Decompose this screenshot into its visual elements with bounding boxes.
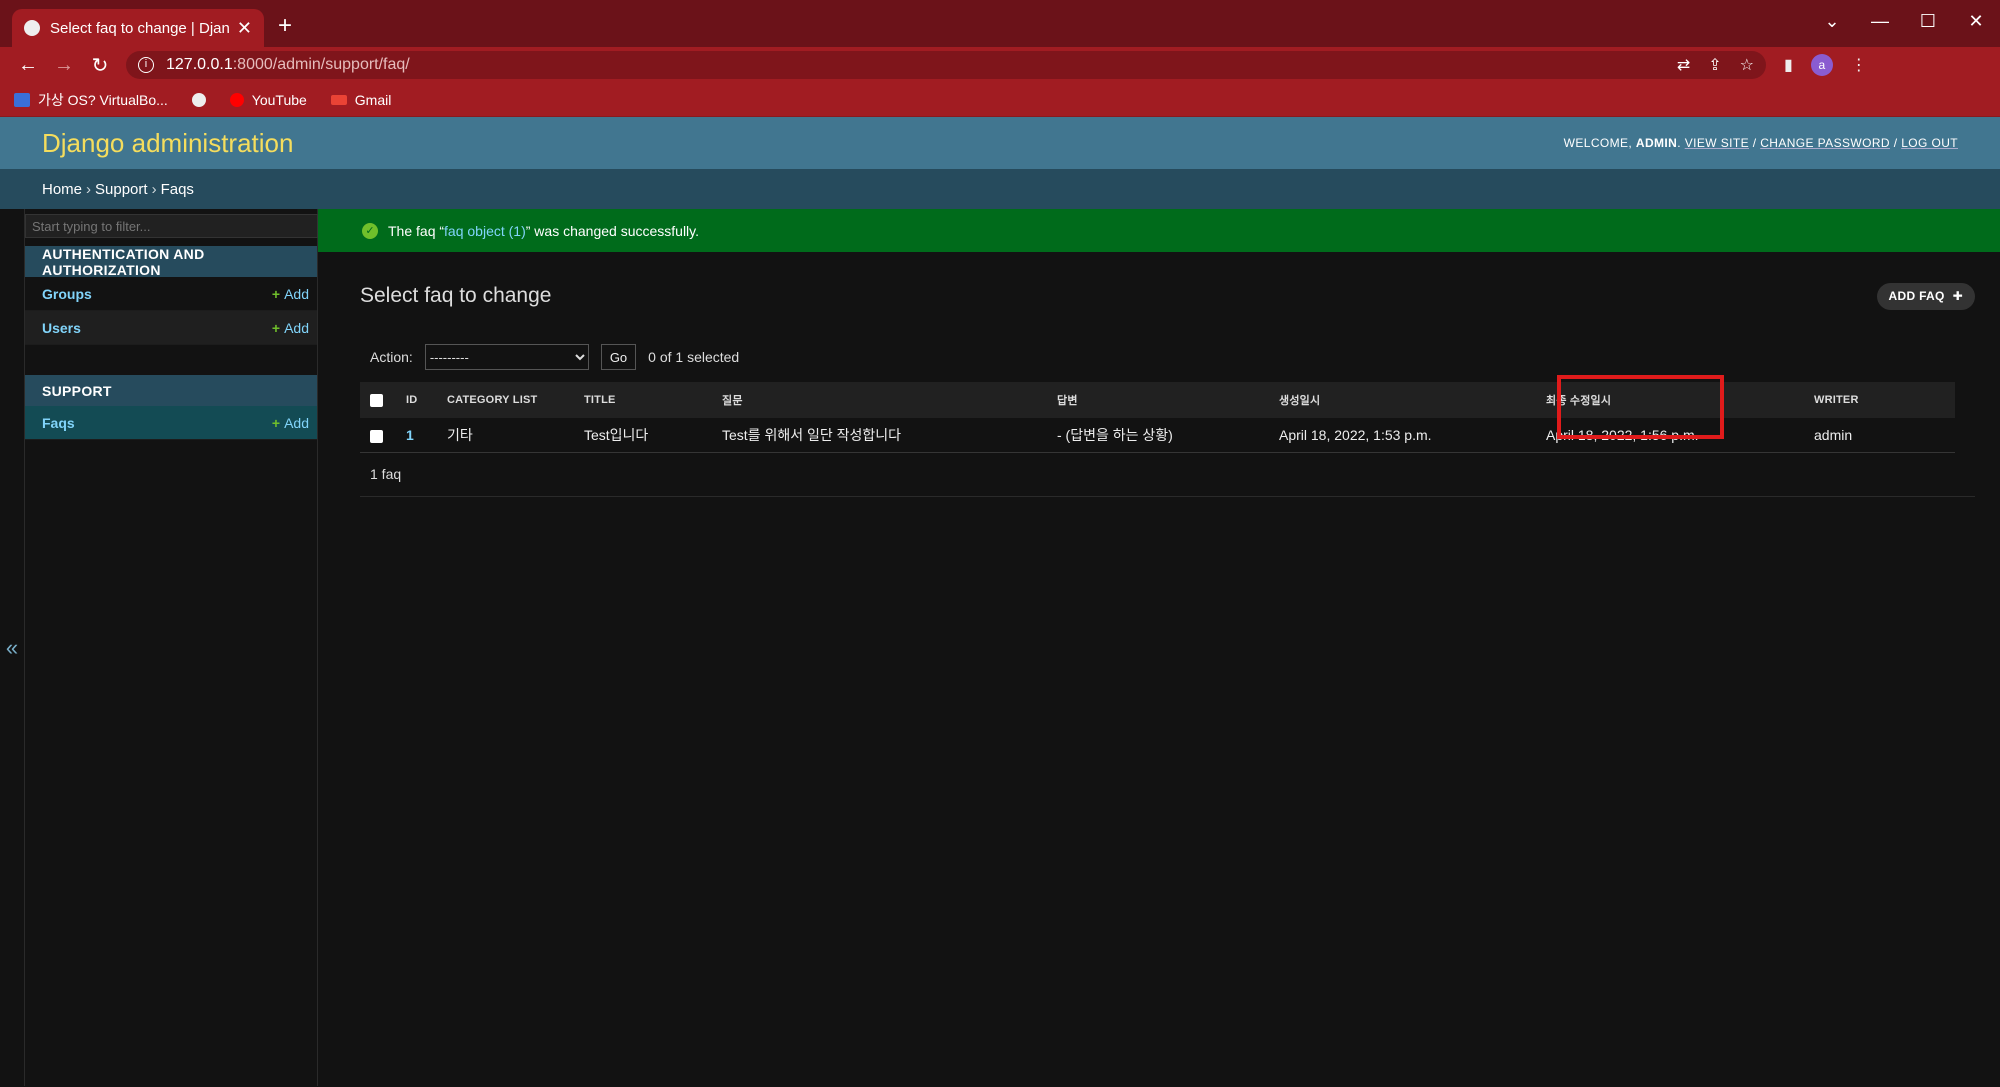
select-all-checkbox[interactable]	[370, 393, 383, 407]
plus-icon: +	[271, 414, 281, 431]
youtube-icon	[229, 92, 244, 107]
cell-created: April 18, 2022, 1:53 p.m.	[1269, 418, 1536, 453]
username: ADMIN	[1635, 136, 1678, 150]
col-title[interactable]: TITLE	[574, 382, 712, 418]
paginator: 1 faq	[360, 453, 1975, 497]
nav-filter-input[interactable]	[25, 214, 318, 238]
site-brand[interactable]: Django administration	[42, 128, 293, 159]
plus-icon: ✚	[1952, 289, 1963, 303]
cell-category: 기타	[437, 418, 574, 453]
log-out-link[interactable]: LOG OUT	[1901, 136, 1958, 150]
add-faq-sidebar-button[interactable]: + Add	[272, 415, 309, 431]
success-message: ✓ The faq “faq object (1)” was changed s…	[318, 209, 2000, 252]
window-controls: ⌄ — ☐ ✕	[1808, 6, 2000, 36]
breadcrumb-support[interactable]: Support	[95, 181, 148, 198]
col-answer[interactable]: 답변	[1047, 382, 1269, 418]
change-password-link[interactable]: CHANGE PASSWORD	[1760, 136, 1890, 150]
module-title[interactable]: AUTHENTICATION AND AUTHORIZATION	[25, 246, 317, 278]
table-row: 1 기타 Test입니다 Test를 위해서 일단 작성합니다 - (답변을 하…	[360, 418, 1955, 453]
add-faq-button[interactable]: ADD FAQ ✚	[1876, 282, 1975, 310]
action-select[interactable]: ---------	[424, 344, 589, 370]
address-bar[interactable]: i 127.0.0.1:8000/admin/support/faq/ ⇄ ⇪ …	[126, 51, 1766, 79]
plus-icon: +	[271, 285, 281, 302]
profile-avatar[interactable]: a	[1810, 54, 1833, 76]
menu-icon[interactable]: ⋮	[1851, 55, 1867, 75]
nav-sidebar: « AUTHENTICATION AND AUTHORIZATION Group…	[0, 209, 318, 1086]
module-auth: AUTHENTICATION AND AUTHORIZATION Groups …	[25, 246, 317, 345]
module-title[interactable]: SUPPORT	[25, 375, 317, 406]
users-link[interactable]: Users	[42, 320, 81, 336]
cell-title: Test입니다	[574, 418, 712, 453]
col-question[interactable]: 질문	[712, 382, 1047, 418]
action-label: Action:	[370, 349, 413, 365]
cell-writer: admin	[1804, 418, 1955, 453]
view-site-link[interactable]: VIEW SITE	[1685, 136, 1749, 150]
collapse-sidebar-icon[interactable]: «	[0, 209, 25, 1086]
sidebar-item-faqs: Faqs + Add	[25, 406, 317, 440]
browser-toolbar: ← → ↻ i 127.0.0.1:8000/admin/support/faq…	[0, 47, 2000, 83]
welcome-text: WELCOME,	[1563, 136, 1636, 150]
actions-bar: Action: --------- Go 0 of 1 selected	[360, 340, 1975, 374]
add-user-button[interactable]: + Add	[272, 320, 309, 336]
bookmark-gmail[interactable]: Gmail	[330, 92, 391, 108]
globe-icon	[24, 20, 40, 36]
url-host: 127.0.0.1	[166, 56, 233, 73]
gmail-icon	[330, 94, 347, 105]
col-created[interactable]: 생성일시	[1269, 382, 1536, 418]
back-icon[interactable]: ←	[10, 54, 46, 77]
faq-object-link[interactable]: faq object (1)	[444, 223, 526, 239]
browser-tabstrip: Select faq to change | Django s ✕ + ⌄ — …	[0, 0, 2000, 47]
add-group-button[interactable]: + Add	[272, 286, 309, 302]
translate-icon[interactable]: ⇄	[1677, 55, 1690, 75]
breadcrumb-home[interactable]: Home	[42, 181, 82, 198]
bookmark-globe[interactable]	[191, 92, 206, 107]
tab-title: Select faq to change | Django s	[50, 19, 229, 37]
close-window-icon[interactable]: ✕	[1952, 6, 2000, 36]
breadcrumb-faqs: Faqs	[160, 180, 194, 198]
url-path: :8000/admin/support/faq/	[232, 56, 410, 73]
bookmark-youtube[interactable]: YouTube	[229, 92, 307, 108]
star-icon[interactable]: ☆	[1740, 55, 1754, 75]
close-tab-icon[interactable]: ✕	[237, 18, 252, 39]
share-icon[interactable]: ⇪	[1708, 55, 1721, 75]
result-list: ID CATEGORY LIST TITLE 질문 답변 생성일시 최종 수정일…	[360, 375, 1963, 453]
virtualbox-icon	[14, 92, 30, 107]
cell-modified: April 18, 2022, 1:56 p.m.	[1536, 418, 1804, 453]
content: ✓ The faq “faq object (1)” was changed s…	[318, 209, 2000, 1086]
row-id-link[interactable]: 1	[406, 427, 414, 443]
faqs-link[interactable]: Faqs	[42, 415, 75, 431]
page-title: Select faq to change	[360, 284, 552, 307]
reload-icon[interactable]: ↻	[82, 53, 118, 78]
check-icon: ✓	[362, 222, 378, 239]
bookmark-virtualbox[interactable]: 가상 OS? VirtualBo...	[14, 90, 168, 110]
go-button[interactable]: Go	[600, 344, 637, 370]
new-tab-icon[interactable]: +	[278, 12, 292, 40]
plus-icon: +	[271, 319, 281, 336]
globe-icon	[191, 92, 206, 107]
bookmarks-bar: 가상 OS? VirtualBo... YouTube Gmail	[0, 83, 2000, 117]
col-modified[interactable]: 최종 수정일시	[1536, 382, 1804, 418]
forward-icon[interactable]: →	[46, 54, 82, 77]
module-support: SUPPORT Faqs + Add	[25, 375, 317, 440]
django-header: Django administration WELCOME, ADMIN. VI…	[0, 117, 2000, 169]
user-tools: WELCOME, ADMIN. VIEW SITE / CHANGE PASSW…	[1563, 136, 1958, 150]
cell-answer: - (답변을 하는 상황)	[1047, 418, 1269, 453]
col-id[interactable]: ID	[396, 382, 437, 418]
row-checkbox[interactable]	[370, 429, 383, 443]
maximize-icon[interactable]: ☐	[1904, 6, 1952, 36]
info-icon[interactable]: i	[138, 57, 154, 73]
sidebar-item-groups: Groups + Add	[25, 277, 317, 311]
breadcrumb: Home › Support › Faqs	[0, 169, 2000, 209]
minimize-icon[interactable]: —	[1856, 6, 1904, 36]
browser-tab[interactable]: Select faq to change | Django s ✕	[12, 9, 264, 47]
selection-counter: 0 of 1 selected	[648, 349, 740, 365]
sidebar-item-users: Users + Add	[25, 311, 317, 345]
side-panel-icon[interactable]: ▮	[1784, 55, 1793, 75]
cell-question: Test를 위해서 일단 작성합니다	[712, 418, 1047, 453]
col-writer[interactable]: WRITER	[1804, 382, 1955, 418]
col-category[interactable]: CATEGORY LIST	[437, 382, 574, 418]
groups-link[interactable]: Groups	[42, 286, 92, 302]
tab-search-icon[interactable]: ⌄	[1808, 6, 1856, 36]
